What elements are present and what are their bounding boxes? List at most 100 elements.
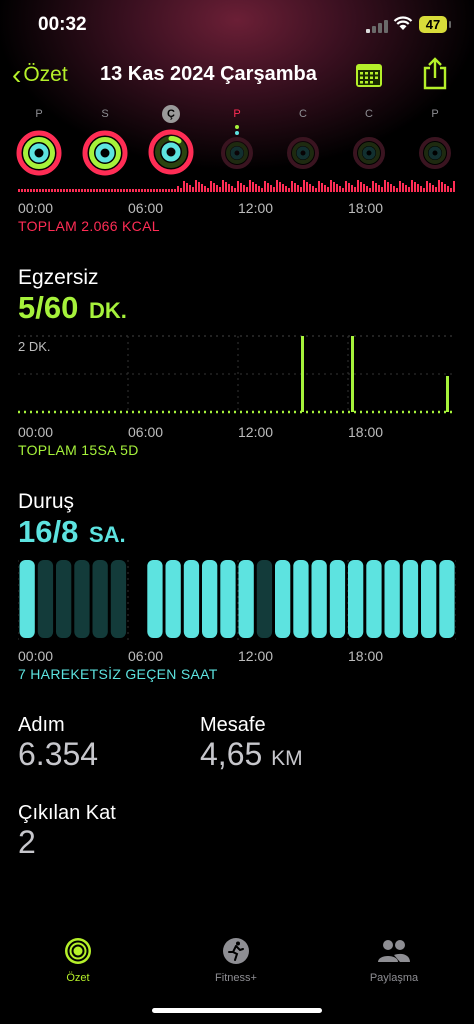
move-bar (363, 184, 365, 192)
move-bar (228, 184, 230, 192)
move-bar (342, 188, 344, 192)
day-item[interactable]: P (410, 104, 460, 176)
move-bar (195, 180, 197, 192)
runner-icon (223, 938, 249, 964)
stand-hour-bar (238, 560, 254, 638)
stand-hour-bar (92, 560, 108, 638)
move-bar (126, 189, 128, 192)
move-bar (78, 189, 80, 192)
stand-hour-bar (329, 560, 346, 638)
day-label: C (299, 108, 307, 120)
move-bar (30, 189, 32, 192)
activity-rings-icon (16, 130, 62, 176)
move-bar (150, 189, 152, 192)
stand-hour-bar (19, 560, 35, 638)
move-bar (54, 189, 56, 192)
move-axis: 00:00 06:00 12:00 18:00 (18, 200, 458, 216)
stand-hour-bar (110, 560, 127, 638)
axis-tick-label: 00:00 (18, 648, 54, 664)
distance-value: 4,65 KM (200, 736, 303, 773)
tab-sharing[interactable]: Paylaşma (344, 936, 444, 984)
back-button[interactable]: ‹ Özet (12, 60, 68, 90)
tab-label: Özet (66, 972, 90, 984)
stand-hour-bar (220, 560, 236, 638)
day-item[interactable]: S (80, 104, 130, 176)
move-bar (321, 183, 323, 192)
move-bar (240, 183, 242, 192)
move-bar (123, 189, 125, 192)
stand-hour-bar (402, 560, 419, 638)
activity-rings-icon (148, 129, 194, 175)
activity-rings-icon (419, 137, 451, 169)
move-bar (405, 185, 407, 192)
tab-summary[interactable]: Özet (28, 936, 128, 984)
move-bar (231, 186, 233, 192)
share-icon[interactable] (420, 56, 450, 90)
move-bar (297, 185, 299, 192)
move-bar (219, 187, 221, 192)
move-bar (378, 185, 380, 192)
move-bar (243, 185, 245, 192)
stand-hour-bar (421, 560, 437, 638)
exercise-value: 5/60 DK. (18, 290, 127, 326)
day-label: S (101, 108, 109, 120)
move-bar (204, 186, 206, 192)
cellular-signal-icon (366, 19, 388, 33)
stand-hour-bar (147, 560, 163, 638)
rings-icon (65, 938, 91, 964)
move-bar (246, 187, 248, 192)
move-bar (141, 189, 143, 192)
move-bar (117, 189, 119, 192)
day-item[interactable]: C (344, 104, 394, 176)
move-bar (390, 184, 392, 192)
move-bar (429, 183, 431, 192)
move-bar (357, 180, 359, 192)
move-bar (183, 181, 185, 192)
move-bar (111, 189, 113, 192)
move-bar (177, 186, 179, 192)
move-bar (165, 189, 167, 192)
move-bar (432, 185, 434, 192)
day-item[interactable]: P (212, 104, 262, 176)
move-bar (234, 188, 236, 192)
day-item[interactable]: C (278, 104, 328, 176)
stand-unit: SA. (88, 522, 126, 547)
stand-hour-bar (183, 560, 200, 638)
move-bar (270, 185, 272, 192)
move-bar (225, 182, 227, 192)
move-bar (132, 189, 134, 192)
move-bar (324, 185, 326, 192)
move-bar (57, 189, 59, 192)
move-bar (69, 189, 71, 192)
move-bar (210, 181, 212, 192)
day-label: Ç (162, 105, 180, 123)
exercise-chart: 2 DK. (18, 335, 456, 414)
move-bar (60, 189, 62, 192)
move-bar (168, 189, 170, 192)
axis-tick-label: 12:00 (238, 200, 274, 216)
activity-rings-icon (82, 130, 128, 176)
exercise-unit: DK. (88, 298, 127, 323)
move-bar (345, 181, 347, 192)
stand-hour-bar (366, 560, 382, 638)
tab-fitness-plus[interactable]: Fitness+ (186, 936, 286, 984)
move-bar (96, 189, 98, 192)
axis-tick-label: 18:00 (348, 648, 384, 664)
move-bar (216, 185, 218, 192)
move-bar (162, 189, 164, 192)
exercise-title: Egzersiz (18, 266, 99, 289)
move-chart (18, 180, 455, 192)
day-label: C (365, 108, 373, 120)
steps-label: Adım (18, 714, 65, 736)
calendar-icon[interactable] (354, 60, 384, 90)
tab-label: Paylaşma (369, 972, 419, 984)
move-bar (108, 189, 110, 192)
exercise-chart-scale: 2 DK. (18, 339, 51, 354)
move-bar (105, 189, 107, 192)
move-bar (384, 180, 386, 192)
day-item[interactable]: P (14, 104, 64, 176)
day-item-today[interactable]: Ç (146, 104, 196, 175)
back-label: Özet (23, 63, 68, 86)
stand-hour-bar (348, 560, 364, 638)
people-icon (378, 940, 410, 962)
